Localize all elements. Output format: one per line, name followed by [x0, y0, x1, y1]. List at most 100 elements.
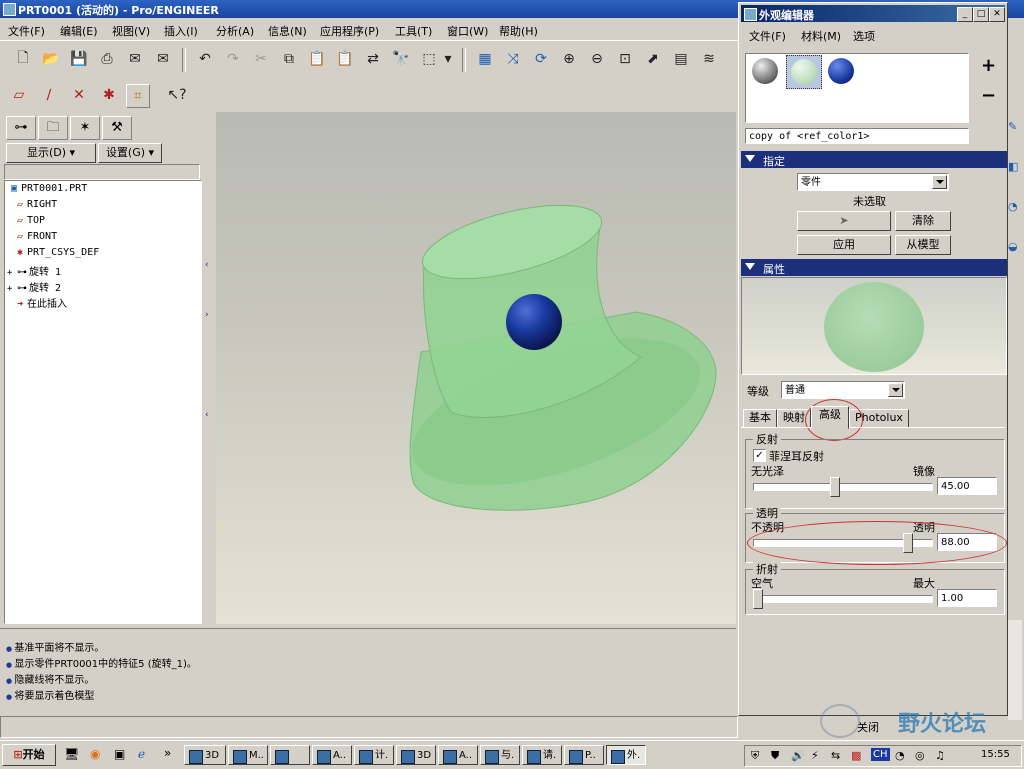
- start-button[interactable]: ⊞开始: [2, 744, 56, 766]
- quick-launch-ie-icon[interactable]: ℯ: [138, 747, 145, 761]
- tree-item-revolve-1[interactable]: + ⊶ 旋转 1: [7, 263, 61, 279]
- folder-browser-tab-icon[interactable]: 🗀: [38, 116, 68, 140]
- minimize-icon[interactable]: _: [957, 7, 973, 22]
- orient-icon[interactable]: ⟳: [530, 48, 552, 70]
- tray-app-icon[interactable]: ◔: [895, 749, 905, 762]
- layers-icon[interactable]: ≋: [698, 48, 720, 70]
- menu-insert[interactable]: 插入(I): [164, 23, 198, 39]
- toolbar-scrollbar[interactable]: [1008, 620, 1022, 720]
- tree-item-front[interactable]: ▱ FRONT: [13, 231, 57, 247]
- show-button[interactable]: 显示(D) ▾: [6, 143, 96, 163]
- tree-item-top[interactable]: ▱ TOP: [13, 215, 45, 231]
- network-icon[interactable]: ⛨: [751, 749, 759, 763]
- redo-icon[interactable]: ↷: [222, 48, 244, 70]
- swatch-green-selected[interactable]: [786, 55, 822, 89]
- save-icon[interactable]: 💾: [68, 48, 90, 70]
- dialog-menu-file[interactable]: 文件(F): [749, 28, 786, 44]
- settings-button[interactable]: 设置(G) ▾: [98, 143, 162, 163]
- quick-launch-more-icon[interactable]: »: [164, 746, 171, 760]
- tree-item-revolve-2[interactable]: + ⊶ 旋转 2: [7, 279, 61, 295]
- connections-tab-icon[interactable]: ⚒: [102, 116, 132, 140]
- fresnel-checkbox[interactable]: ✓: [753, 449, 766, 462]
- open-folder-icon[interactable]: 📂: [40, 48, 62, 70]
- sketch-icon[interactable]: ✎: [1008, 120, 1017, 133]
- assign-target-select[interactable]: 零件: [797, 173, 949, 191]
- paste-special-icon[interactable]: 📋: [334, 48, 356, 70]
- task-button[interactable]: 请.: [522, 745, 562, 765]
- paste-icon[interactable]: 📋: [306, 48, 328, 70]
- level-select[interactable]: 普通: [781, 381, 905, 399]
- tree-item-part[interactable]: ▣ PRT0001.PRT: [7, 183, 87, 199]
- regenerate-icon[interactable]: ⇄: [362, 48, 384, 70]
- task-button-active[interactable]: 外.: [606, 745, 646, 765]
- swatch-blue[interactable]: [828, 58, 854, 84]
- dialog-menu-material[interactable]: 材料(M): [801, 28, 841, 44]
- remove-appearance-button[interactable]: −: [981, 85, 996, 106]
- apply-button[interactable]: 应用: [797, 235, 891, 255]
- copy-icon[interactable]: ⧉: [278, 48, 300, 70]
- menu-file[interactable]: 文件(F): [8, 23, 45, 39]
- datum-axis-display-icon[interactable]: ∕: [38, 84, 60, 106]
- properties-section-header[interactable]: 属性: [741, 259, 1007, 276]
- refraction-slider-thumb[interactable]: [753, 589, 763, 609]
- saved-views-icon[interactable]: ▤: [670, 48, 692, 70]
- reflection-slider-track[interactable]: [753, 483, 933, 491]
- chevron-down-icon[interactable]: [888, 383, 903, 397]
- selection-box-icon[interactable]: ⬚: [418, 48, 440, 70]
- quick-launch-app-icon[interactable]: ▣: [114, 747, 125, 761]
- menu-info[interactable]: 信息(N): [268, 23, 307, 39]
- spin-center-icon[interactable]: ⤨: [502, 48, 524, 70]
- task-button[interactable]: [270, 745, 310, 765]
- task-button[interactable]: A..: [438, 745, 478, 765]
- print-icon[interactable]: ⎙: [96, 48, 118, 70]
- chevron-down-icon[interactable]: [932, 175, 947, 189]
- close-icon[interactable]: ✕: [989, 7, 1005, 22]
- context-help-icon[interactable]: ↖?: [166, 84, 188, 106]
- navigator-sash[interactable]: ‹ › ‹: [203, 110, 215, 624]
- new-file-icon[interactable]: 🗋: [12, 48, 34, 70]
- shield-icon[interactable]: ⛊: [771, 749, 779, 763]
- expand-toggle[interactable]: +: [7, 268, 15, 278]
- select-button[interactable]: ➤: [797, 211, 891, 231]
- annotation-display-icon[interactable]: ⌗: [126, 84, 150, 108]
- tray-app-icon[interactable]: ♫: [935, 749, 945, 762]
- menu-applications[interactable]: 应用程序(P): [320, 23, 379, 39]
- repaint-icon[interactable]: ▦: [474, 48, 496, 70]
- datum-point-display-icon[interactable]: ✕: [68, 84, 90, 106]
- clear-button[interactable]: 清除: [895, 211, 951, 231]
- ime-indicator[interactable]: CH: [871, 748, 890, 761]
- swatch-grey[interactable]: [752, 58, 778, 84]
- assign-section-header[interactable]: 指定: [741, 151, 1007, 168]
- menu-view[interactable]: 视图(V): [112, 23, 150, 39]
- volume-icon[interactable]: 🔊: [791, 749, 805, 762]
- add-appearance-button[interactable]: +: [981, 55, 996, 76]
- extrude-icon[interactable]: ◧: [1008, 160, 1018, 173]
- maximize-icon[interactable]: □: [973, 7, 989, 22]
- tray-app-icon[interactable]: ◎: [915, 749, 925, 762]
- task-button[interactable]: P..: [564, 745, 604, 765]
- antivirus-icon[interactable]: ⚡: [811, 749, 819, 762]
- selection-dropdown-icon[interactable]: ▾: [442, 48, 454, 70]
- reflection-value-field[interactable]: 45.00: [937, 477, 997, 495]
- dialog-menu-options[interactable]: 选项: [853, 28, 875, 44]
- task-button[interactable]: M..: [228, 745, 268, 765]
- tab-basic[interactable]: 基本: [743, 409, 777, 428]
- expand-arrow-icon[interactable]: ›: [205, 310, 209, 320]
- expand-toggle[interactable]: +: [7, 284, 15, 294]
- cn-flag-icon[interactable]: ▩: [851, 749, 861, 762]
- email-icon[interactable]: ✉: [124, 48, 146, 70]
- tab-advanced[interactable]: 高级: [811, 406, 849, 429]
- graphics-window[interactable]: [216, 112, 736, 624]
- tree-item-insert-here[interactable]: ➜ 在此插入: [13, 295, 67, 311]
- email-link-icon[interactable]: ✉: [152, 48, 174, 70]
- tree-item-csys[interactable]: ✱ PRT_CSYS_DEF: [13, 247, 99, 263]
- zoom-out-icon[interactable]: ⊖: [586, 48, 608, 70]
- task-button[interactable]: A..: [312, 745, 352, 765]
- menu-tools[interactable]: 工具(T): [395, 23, 432, 39]
- connection-icon[interactable]: ⇆: [831, 749, 840, 762]
- collapse-arrow-icon[interactable]: ‹: [205, 260, 209, 270]
- menu-help[interactable]: 帮助(H): [499, 23, 538, 39]
- task-button[interactable]: 3D: [396, 745, 436, 765]
- revolve-tool-icon[interactable]: ◔: [1008, 200, 1018, 213]
- model-tree-tab-icon[interactable]: ⊶: [6, 116, 36, 140]
